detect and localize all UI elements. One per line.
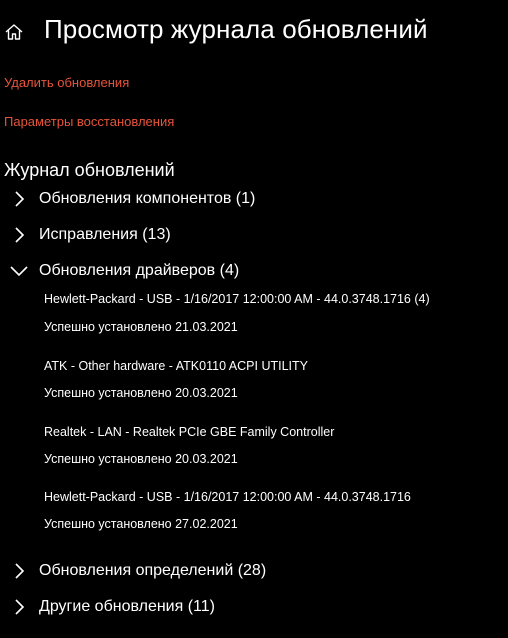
update-item-name[interactable]: Realtek - LAN - Realtek PCIe GBE Family … [44,425,334,439]
group-label: Исправления (13) [39,226,171,243]
update-item-status: Успешно установлено 20.03.2021 [44,452,238,466]
update-item-name[interactable]: ATK - Other hardware - ATK0110 ACPI UTIL… [44,359,308,373]
group-label: Обновления определений (28) [39,562,267,579]
group-feature-updates[interactable]: Обновления компонентов (1) [8,186,255,212]
chevron-right-icon [15,191,25,207]
chevron-down-icon [10,266,28,277]
update-history-title: Журнал обновлений [4,160,175,180]
group-driver-updates[interactable]: Обновления драйверов (4) [8,258,239,284]
update-item-status: Успешно установлено 27.02.2021 [44,517,238,531]
update-item-status: Успешно установлено 20.03.2021 [44,386,238,400]
group-quality-updates[interactable]: Исправления (13) [8,222,171,248]
page-title: Просмотр журнала обновлений [44,14,428,44]
recovery-options-link[interactable]: Параметры восстановления [4,114,174,129]
header: Просмотр журнала обновлений [0,10,508,52]
chevron-right-icon [15,227,25,243]
uninstall-updates-link[interactable]: Удалить обновления [4,75,129,90]
group-label: Другие обновления (11) [39,598,215,615]
group-definition-updates[interactable]: Обновления определений (28) [8,558,266,584]
home-icon[interactable] [4,22,24,42]
update-item-name[interactable]: Hewlett-Packard - USB - 1/16/2017 12:00:… [44,490,411,504]
group-other-updates[interactable]: Другие обновления (11) [8,594,215,620]
chevron-right-icon [15,599,25,615]
group-label: Обновления драйверов (4) [39,262,240,279]
chevron-right-icon [15,563,25,579]
group-label: Обновления компонентов (1) [39,190,256,207]
update-item-status: Успешно установлено 21.03.2021 [44,320,238,334]
update-item-name[interactable]: Hewlett-Packard - USB - 1/16/2017 12:00:… [44,292,430,306]
